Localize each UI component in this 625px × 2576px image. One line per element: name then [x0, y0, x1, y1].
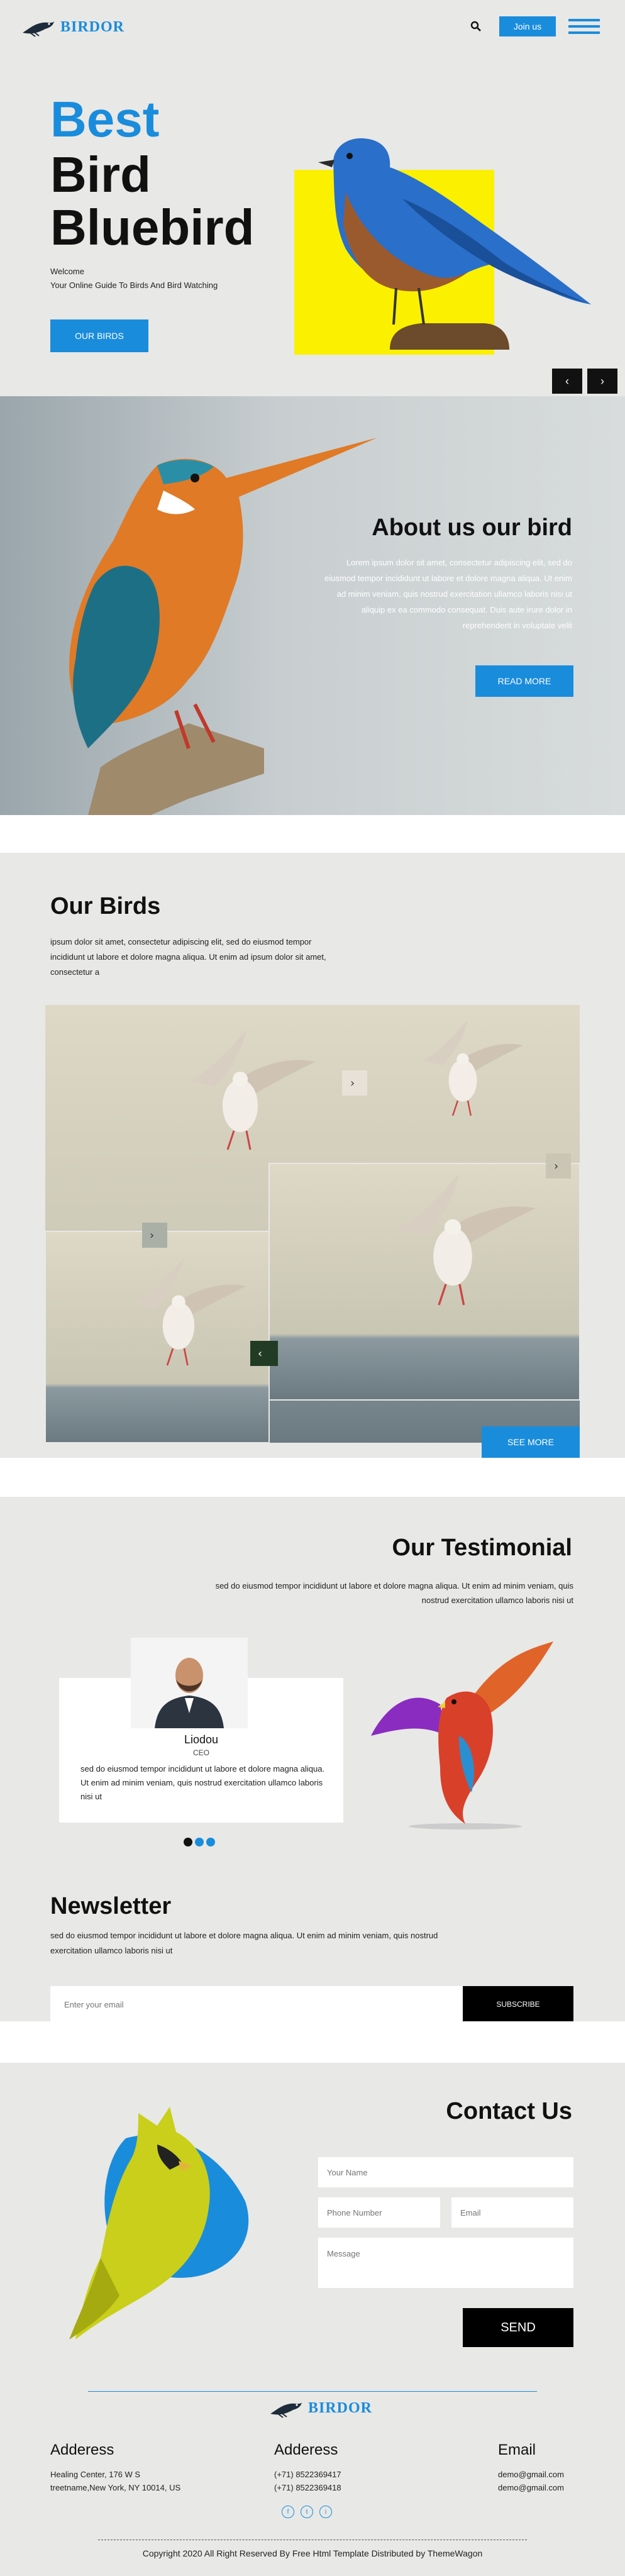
our-birds-button[interactable]: OUR BIRDS [50, 319, 148, 352]
contact-title: Contact Us [446, 2098, 572, 2124]
bluebird-image [318, 138, 591, 350]
pagination-dot[interactable] [195, 1838, 204, 1846]
birds-gallery: › › › ‹ [45, 1005, 580, 1443]
send-button[interactable]: SEND [463, 2308, 573, 2347]
testimonial-pagination [184, 1838, 215, 1846]
footer-phone-title: Adderess [274, 2441, 338, 2458]
footer-phone[interactable]: (+71) 8522369417 [274, 2468, 341, 2481]
footer-phone[interactable]: (+71) 8522369418 [274, 2481, 341, 2494]
contact-name-field[interactable] [318, 2157, 573, 2187]
svg-text:›: › [554, 1160, 558, 1173]
about-title: About us our bird [372, 514, 572, 541]
svg-text:›: › [150, 1229, 154, 1242]
parrot-image [371, 1641, 553, 1829]
section-divider [0, 1458, 625, 1497]
bird-logo-icon [23, 21, 54, 37]
svg-text:‹: ‹ [258, 1347, 262, 1360]
testimonial-name: Liodou [184, 1733, 219, 1746]
hero-next-button[interactable]: › [587, 369, 617, 394]
pagination-dot[interactable] [206, 1838, 215, 1846]
footer-email[interactable]: demo@gmail.com [498, 2468, 573, 2481]
newsletter-text: sed do eiusmod tempor incididunt ut labo… [50, 1931, 438, 1955]
testimonial-quote: sed do eiusmod tempor incididunt ut labo… [80, 1764, 325, 1801]
footer-phone-column: Adderess (+71) 8522369417 (+71) 85223694… [274, 2441, 341, 2494]
social-links: f t i [282, 2506, 332, 2518]
section-divider [0, 815, 625, 853]
contact-message-field[interactable] [318, 2238, 573, 2288]
see-more-button[interactable]: SEE MORE [482, 1426, 580, 1458]
hero-subtitle: Your Online Guide To Birds And Bird Watc… [50, 280, 218, 290]
read-more-button[interactable]: READ MORE [475, 665, 573, 697]
bird-logo-icon [270, 2402, 302, 2418]
person-photo [155, 1658, 224, 1728]
hero-prev-button[interactable]: ‹ [552, 369, 582, 394]
copyright-text: Copyright 2020 All Right Reserved By Fre… [142, 2548, 483, 2558]
hero-title-line3: Bluebird [50, 199, 255, 255]
svg-text:›: › [350, 1077, 355, 1090]
testimonial-title: Our Testimonial [392, 1535, 572, 1561]
logo[interactable]: BIRDOR [21, 16, 124, 38]
footer-address-title: Adderess [50, 2441, 114, 2458]
footer-divider [88, 2391, 537, 2392]
twitter-icon[interactable]: t [301, 2506, 313, 2518]
footer-logo-text: BIRDOR [308, 2399, 373, 2416]
newsletter-title: Newsletter [50, 1893, 172, 1919]
footer-email-title: Email [498, 2441, 536, 2458]
cardinal-image [69, 2107, 249, 2340]
contact-phone-field[interactable] [318, 2197, 440, 2228]
join-us-button[interactable]: Join us [499, 16, 556, 36]
hero-title-line2: Bird [50, 147, 151, 203]
footer-address-line: Healing Center, 176 W S [50, 2470, 141, 2479]
footer-email-column: Email demo@gmail.com demo@gmail.com [498, 2441, 573, 2494]
testimonial-intro: sed do eiusmod tempor incididunt ut labo… [215, 1581, 573, 1605]
menu-icon[interactable] [568, 19, 600, 35]
subscribe-button[interactable]: SUBSCRIBE [463, 1986, 573, 2023]
hero-slider-controls: ‹ › [552, 369, 617, 394]
instagram-icon[interactable]: i [319, 2506, 332, 2518]
hero-title-accent: Best [50, 91, 160, 147]
footer-address-column: Adderess Healing Center, 176 W S treetna… [50, 2441, 180, 2494]
search-icon[interactable] [470, 21, 482, 32]
testimonial-role: CEO [192, 1748, 209, 1757]
about-text: Lorem ipsum dolor sit amet, consectetur … [324, 558, 572, 630]
hero-welcome: Welcome [50, 267, 84, 276]
birds-title: Our Birds [50, 893, 161, 919]
footer-address-line: treetname,New York, NY 10014, US [50, 2483, 181, 2492]
avatar [131, 1638, 248, 1728]
newsletter-email-input[interactable] [50, 1986, 463, 2023]
birds-text: ipsum dolor sit amet, consectetur adipis… [50, 937, 326, 977]
logo-text: BIRDOR [60, 18, 125, 35]
footer-email[interactable]: demo@gmail.com [498, 2481, 573, 2494]
facebook-icon[interactable]: f [282, 2506, 294, 2518]
section-divider [0, 2021, 625, 2063]
contact-email-field[interactable] [451, 2197, 573, 2228]
pagination-dot[interactable] [184, 1838, 192, 1846]
footer-logo[interactable]: BIRDOR [269, 2397, 372, 2419]
